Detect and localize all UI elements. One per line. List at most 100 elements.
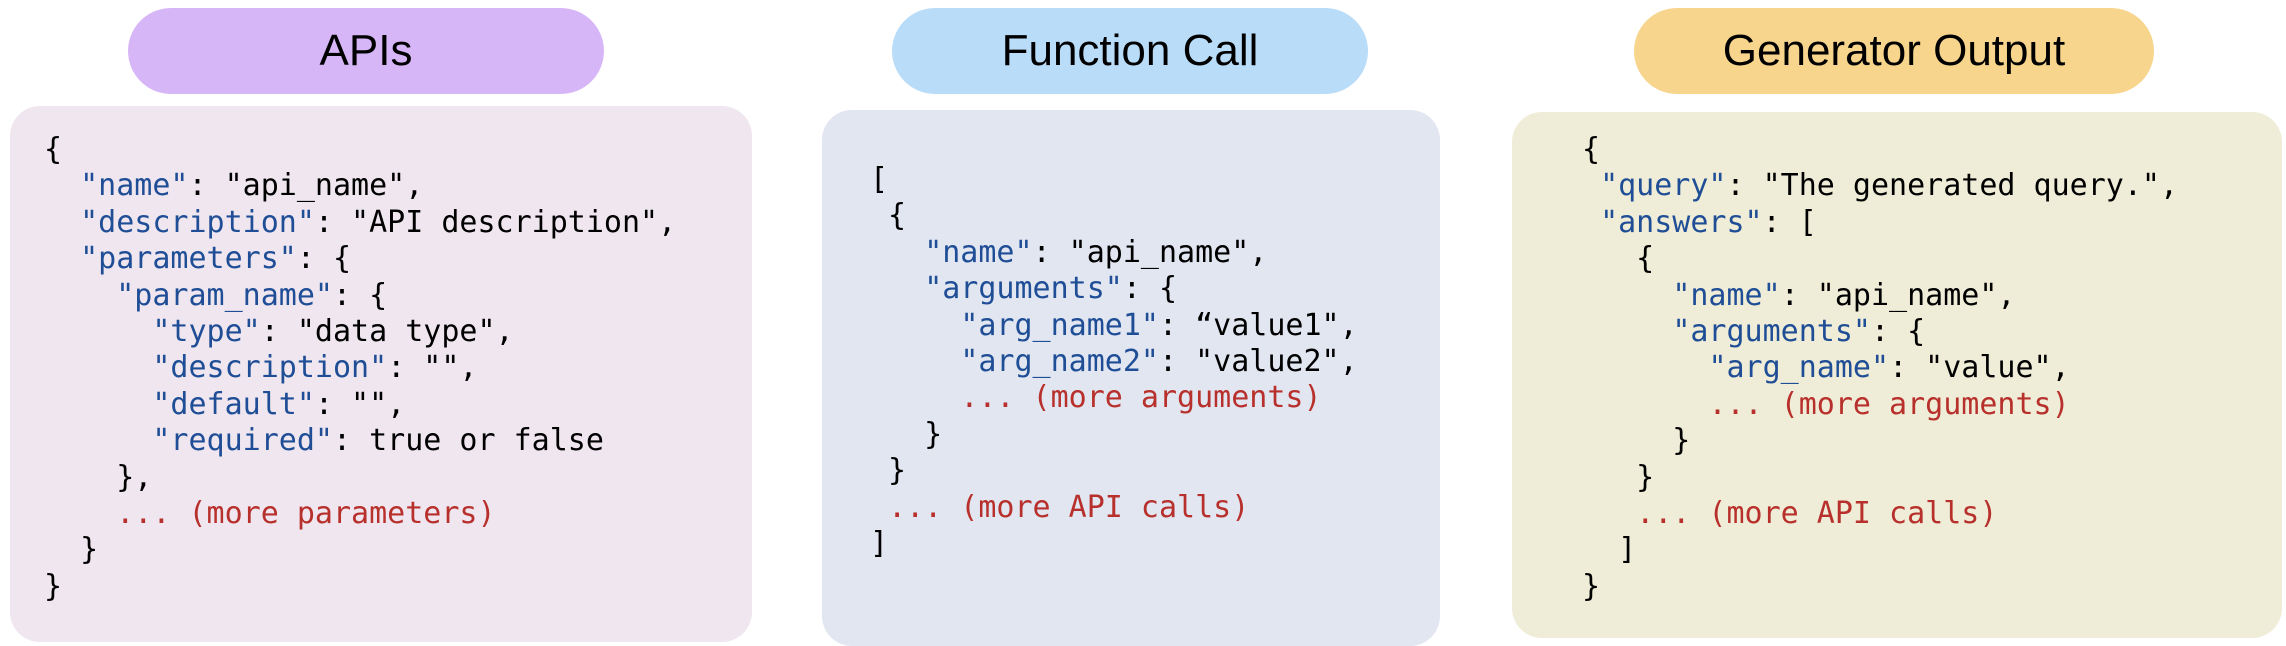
code-text: : true or false [333,423,604,459]
code-text: ] [870,525,889,561]
code-text: ] [1582,532,1637,568]
generator-output-code-line: "arguments": { [1582,314,2178,350]
json-key: "arg_name1" [960,307,1159,343]
json-key: "answers" [1600,204,1763,240]
apis-code-line: }, [44,460,676,496]
code-text: : "", [387,350,478,386]
more-items-note: ... (more parameters) [116,495,496,531]
json-key: "description" [80,204,315,240]
json-key: "name" [924,234,1033,270]
apis-title-pill: APIs [128,8,604,94]
code-text: } [1582,568,1601,604]
json-key: "name" [1672,277,1781,313]
more-items-note: ... (more API calls) [1636,495,1998,531]
apis-code-line: { [44,132,676,168]
apis-code-line: ... (more parameters) [44,496,676,532]
function-call-code-line: "arguments": { [870,271,1358,307]
generator-output-code-line: "name": "api_name", [1582,278,2178,314]
generator-output-title-pill: Generator Output [1634,8,2154,94]
json-key: "default" [152,386,315,422]
apis-code-line: "param_name": { [44,278,676,314]
function-call-code-line: { [870,198,1358,234]
code-text: : { [1871,313,1926,349]
code-text: } [1582,423,1691,459]
more-items-note: ... (more arguments) [1708,386,2070,422]
generator-output-code-line: "answers": [ [1582,205,2178,241]
json-key: "required" [152,423,333,459]
generator-output-code-line: "query": "The generated query.", [1582,168,2178,204]
apis-title: APIs [319,26,413,75]
generator-output-code-line: { [1582,241,2178,277]
function-call-code-line: } [870,417,1358,453]
code-text: : "api_name", [1032,234,1268,270]
json-key: "param_name" [116,277,333,313]
function-call-title: Function Call [1001,26,1259,75]
code-text: { [870,198,907,234]
function-call-code-line: "arg_name1": “value1", [870,307,1357,344]
function-call-code-line: } [870,453,1358,489]
generator-output-code-line: ... (more API calls) [1582,496,2178,532]
apis-code-line: "description": "API description", [44,205,676,241]
code-text: } [44,532,99,568]
json-key: "query" [1600,168,1727,204]
more-items-note: ... (more arguments) [960,380,1322,416]
function-call-code-block: [ { "name": "api_name", "arguments": { "… [870,162,1358,562]
code-text: : "value2", [1159,343,1358,379]
code-text: } [1582,459,1655,495]
code-text: } [870,416,943,452]
function-call-title-pill: Function Call [892,8,1368,94]
generator-output-title: Generator Output [1722,26,2066,75]
more-items-note: ... (more API calls) [888,489,1250,525]
json-key: "arg_name2" [960,343,1159,379]
apis-code-line: "parameters": { [44,241,676,277]
generator-output-code-block: { "query": "The generated query.", "answ… [1582,132,2178,605]
code-text: [ [870,162,889,197]
json-key: "arguments" [1672,313,1871,349]
code-text: : [ [1762,204,1817,240]
code-text: { [1582,132,1601,167]
code-text: : "data type", [260,313,514,349]
code-text: : { [333,277,388,313]
function-call-code-line: ] [870,526,1358,562]
generator-output-code-line: "arg_name": "value", [1582,350,2178,386]
generator-output-code-line: } [1582,460,2178,496]
code-text: { [1582,241,1655,277]
code-text: : "api_name", [188,168,424,204]
code-text: } [870,453,907,489]
code-text: }, [44,459,153,495]
generator-output-code-line: } [1582,569,2178,605]
apis-code-line: } [44,569,676,605]
generator-output-code-line: ... (more arguments) [1582,387,2178,423]
json-key: "name" [80,168,189,204]
apis-code-block: { "name": "api_name", "description": "AP… [44,132,676,605]
code-text: : "", [314,386,406,422]
code-text: : "The generated query.", [1726,168,2179,204]
function-call-code-line: ... (more arguments) [870,380,1358,416]
json-key: "description" [152,350,388,386]
function-call-code-line: [ [870,162,1358,198]
function-call-code-line: "name": "api_name", [870,235,1358,271]
apis-code-line: } [44,532,676,568]
generator-output-code-line: } [1582,423,2178,459]
generator-output-code-line: { [1582,132,2178,168]
code-text: } [44,568,63,604]
apis-code-line: "default": "", [44,387,676,423]
